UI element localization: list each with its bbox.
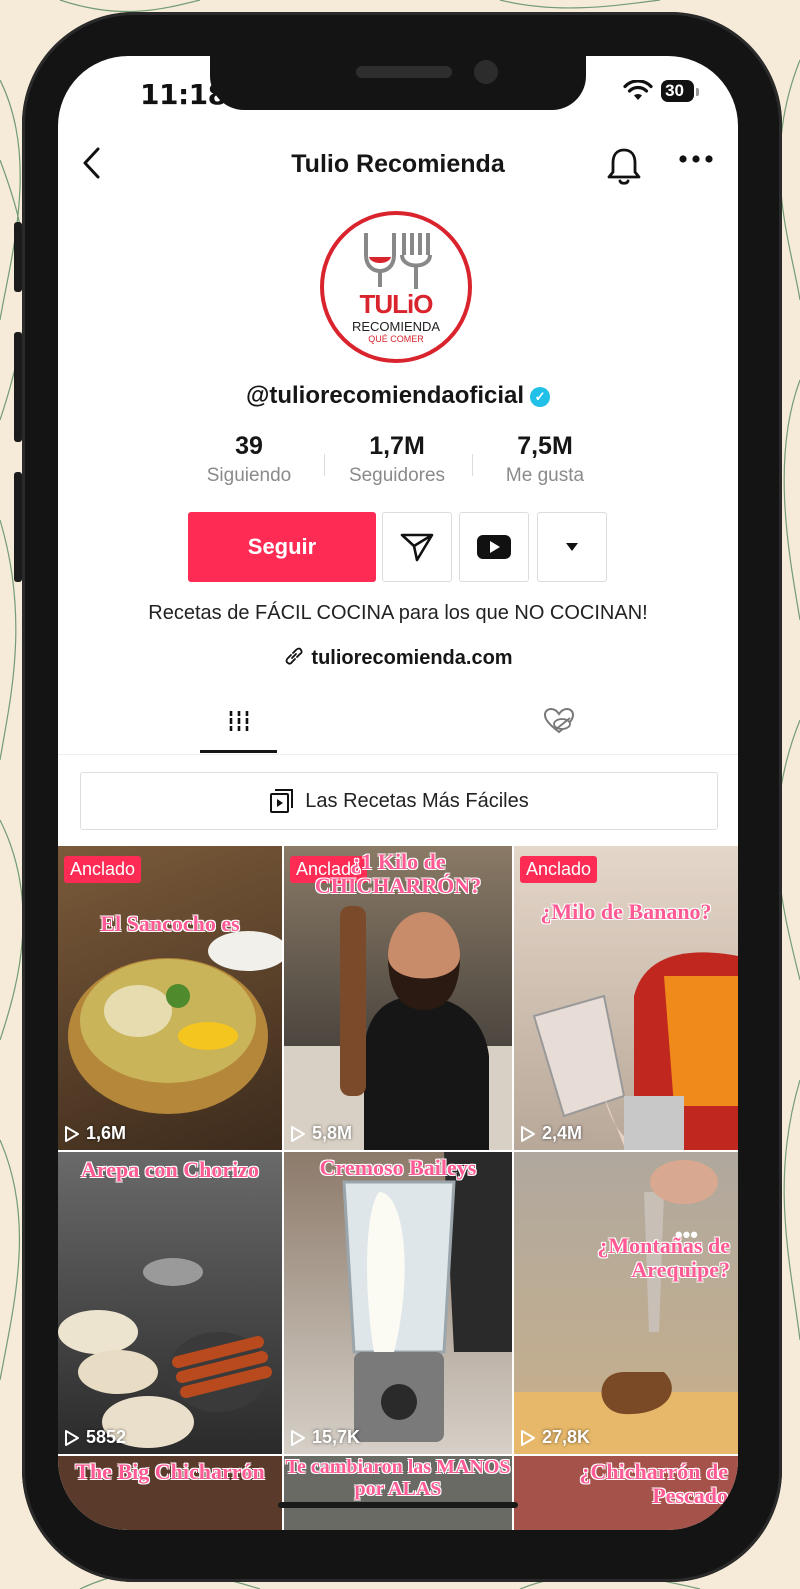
suggested-accounts-button[interactable] [537,512,607,582]
notifications-button[interactable] [606,146,642,191]
video-thumbnail [514,1160,738,1454]
stat-label: Seguidores [348,465,446,486]
bell-icon [607,148,641,185]
profile-bio: Recetas de FÁCIL COCINA para los que NO … [148,602,648,624]
view-count: 5,8M [290,1123,352,1144]
video-thumbnail [342,1152,512,1442]
playlist-label: Las Recetas Más Fáciles [305,789,529,812]
video-caption: Cremoso Baileys [319,1155,477,1180]
video-thumbnail [58,1258,272,1448]
profile-link-text: tuliorecomienda.com [311,647,513,669]
stat-value: 1,7M [369,432,425,460]
volume-up-button [14,332,22,442]
more-options-button[interactable] [678,144,714,182]
username-text: @tuliorecomiendaoficial [245,382,525,409]
screen: 11:18 30 Tulio Recomienda TULiO RECOMIEN… [58,56,738,1530]
play-icon [521,1125,535,1142]
content-tabs [58,692,738,755]
video-tile[interactable]: Te cambiaron las MANOS por ALAS [284,1456,512,1530]
youtube-icon [477,535,511,559]
view-count-text: 5852 [86,1427,127,1447]
verified-badge-icon: ✓ [530,387,551,407]
video-thumbnail [532,952,738,1150]
link-icon [286,647,303,665]
battery-indicator: 30 [661,80,699,102]
tab-indicator [200,750,277,753]
stat-value: 39 [235,432,263,460]
profile-stats: 39 Siguiendo 1,7M Seguidores 7,5M Me gus… [58,432,738,502]
play-icon [521,1429,535,1446]
video-caption: Arepa con Chorizo [80,1157,260,1182]
video-tile[interactable]: ¿Chicharrón de Pescado [514,1456,738,1530]
avatar-brand: TULiO [359,289,434,319]
youtube-button[interactable] [459,512,529,582]
video-thumbnail [68,931,282,1114]
follow-button[interactable]: Seguir [188,512,376,582]
grid-icon [226,711,251,731]
view-count: 2,4M [520,1123,582,1144]
video-tile[interactable]: Anclado El Sancocho es 1,6M [58,846,282,1150]
view-count-text: 2,4M [542,1123,583,1143]
stat-likes[interactable]: 7,5M Me gusta [470,432,620,487]
playlist-icon [270,789,294,813]
video-caption: ¿Montañas de Arequipe? [597,1233,730,1282]
phone-frame: 11:18 30 Tulio Recomienda TULiO RECOMIEN… [14,12,782,1582]
video-caption: ¿Milo de Banano? [540,899,712,924]
play-icon [291,1125,305,1142]
play-icon [65,1429,79,1446]
front-camera [474,60,498,84]
play-icon [291,1429,305,1446]
video-tile[interactable]: The Big Chicharrón [58,1456,282,1530]
video-caption: ¿1 Kilo de CHICHARRÓN? [314,849,482,898]
video-caption: El Sancocho es [100,911,240,936]
pinned-badge: Anclado [64,856,142,883]
ellipsis-icon [679,155,713,163]
wifi-icon [623,80,653,100]
message-button[interactable] [382,512,452,582]
home-indicator[interactable] [278,1502,518,1508]
view-count: 5852 [64,1427,126,1448]
video-tile[interactable]: Arepa con Chorizo 5852 [58,1152,282,1454]
view-count-text: 5,8M [312,1123,353,1143]
fork-glass-icon [364,233,432,289]
avatar[interactable]: TULiO RECOMIENDA QUÉ COMER [320,211,472,363]
profile-link[interactable]: tuliorecomienda.com [58,645,738,670]
volume-down-button [14,472,22,582]
stat-value: 7,5M [517,432,573,460]
play-icon [65,1125,79,1142]
avatar-subtitle: RECOMIENDA [351,319,441,334]
view-count: 15,7K [290,1427,360,1448]
speaker [356,66,452,78]
top-bar: Tulio Recomienda [58,136,738,196]
video-tile[interactable]: Anclado ¿Milo de Banano? 2,4M [514,846,738,1150]
stat-label: Siguiendo [206,465,292,486]
tab-liked[interactable] [520,692,597,750]
notch [210,56,586,110]
tab-videos[interactable] [200,692,277,750]
video-tile[interactable]: Cremoso Baileys 15,7K [284,1152,512,1454]
status-icons: 30 [623,80,699,102]
stat-followers[interactable]: 1,7M Seguidores [322,432,472,487]
mute-switch [14,222,22,292]
avatar-subtitle-2: QUÉ COMER [368,334,424,344]
view-count-text: 1,6M [86,1123,127,1143]
view-count-text: 15,7K [312,1427,361,1447]
view-count: 1,6M [64,1123,126,1144]
avatar-logo: TULiO RECOMIENDA QUÉ COMER [324,215,468,359]
caret-down-icon [566,543,578,551]
video-caption: ¿Chicharrón de Pescado [579,1459,729,1508]
video-caption: The Big Chicharrón [75,1459,265,1484]
stat-following[interactable]: 39 Siguiendo [174,432,324,487]
view-count: 27,8K [520,1427,590,1448]
stat-label: Me gusta [505,465,585,486]
view-count-text: 27,8K [542,1427,591,1447]
playlist-button[interactable]: Las Recetas Más Fáciles [80,772,718,830]
username: @tuliorecomiendaoficial ✓ [58,382,738,410]
pinned-badge: Anclado [520,856,598,883]
hidden-liked-icon [543,707,574,734]
video-tile[interactable]: ••• ¿Montañas de Arequipe? 27,8K [514,1152,738,1454]
video-tile[interactable]: Anclado ¿1 Kilo de CHICHARRÓN? 5,8M [284,846,512,1150]
send-icon [400,533,434,562]
video-caption: Te cambiaron las MANOS por ALAS [285,1456,511,1500]
